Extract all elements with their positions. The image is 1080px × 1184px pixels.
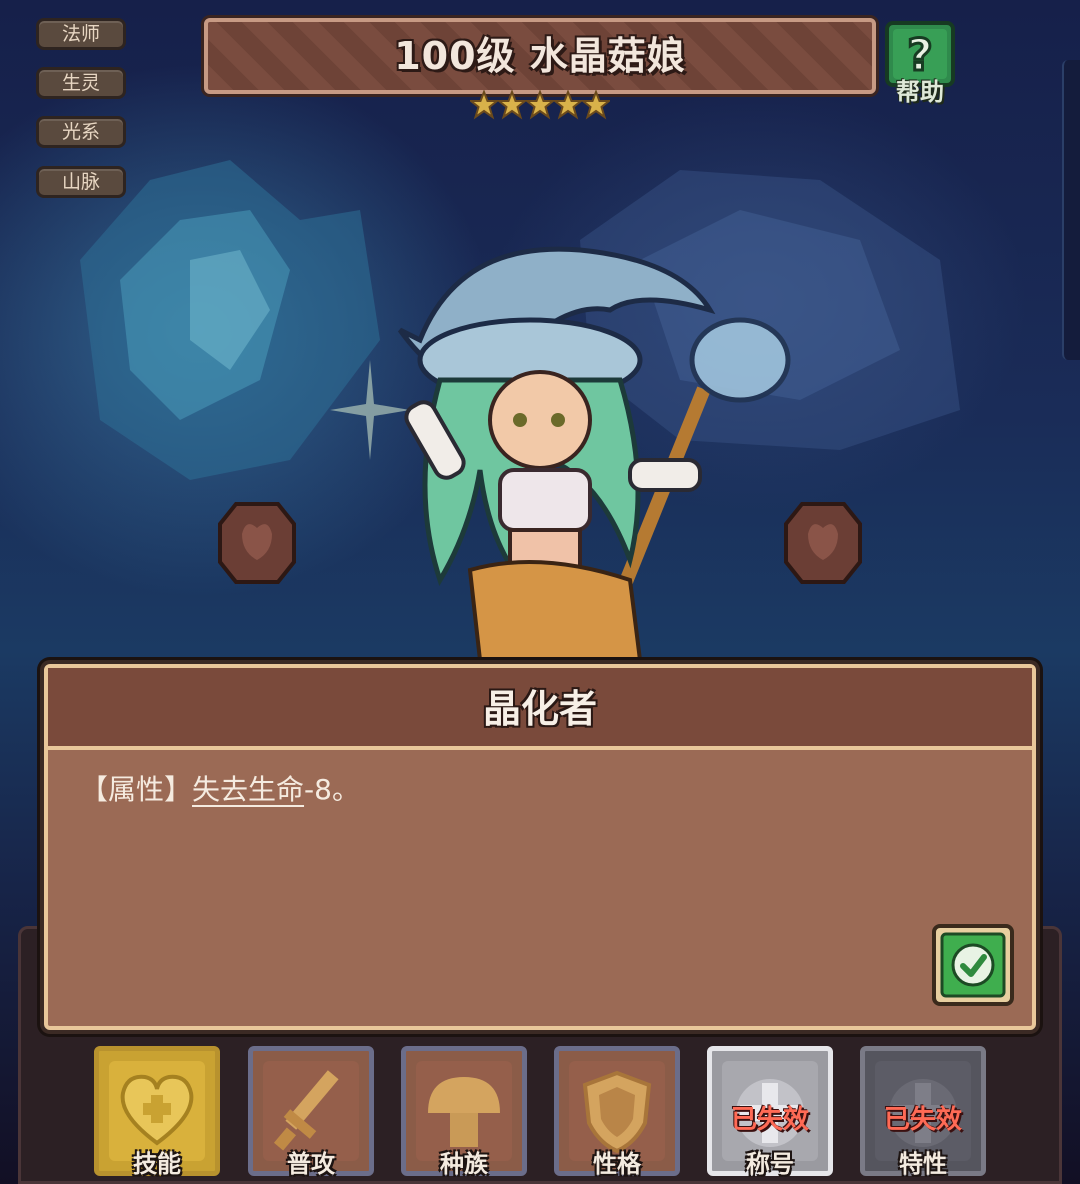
tab-title[interactable]: 已失效 称号 — [707, 1046, 833, 1178]
attr-value: -8。 — [304, 773, 360, 806]
dialog-header: 晶化者 — [48, 668, 1032, 750]
race-tag: 生灵 — [36, 67, 126, 99]
star-icon — [470, 90, 500, 120]
star-icon — [524, 90, 556, 120]
title-banner: 100级 水晶菇娘 — [204, 18, 876, 94]
star-icon — [580, 90, 610, 120]
tab-trait[interactable]: 已失效 特性 — [860, 1046, 986, 1178]
terrain-tag: 山脉 — [36, 166, 126, 198]
element-tag: 光系 — [36, 116, 126, 148]
dialog-title: 晶化者 — [482, 687, 597, 731]
character-title: 100级 水晶菇娘 — [394, 34, 686, 78]
tab-label: 性格 — [593, 1150, 641, 1178]
tab-attack[interactable]: 普攻 — [248, 1046, 374, 1178]
tab-label: 技能 — [133, 1150, 181, 1178]
scroll-edge — [1062, 60, 1080, 360]
star-rating — [470, 90, 610, 120]
star-icon — [552, 90, 584, 120]
help-label[interactable]: 帮助 — [884, 72, 956, 107]
status-invalid: 已失效 — [730, 1105, 809, 1135]
tab-skill[interactable]: 技能 — [94, 1046, 220, 1178]
tab-label: 特性 — [899, 1150, 947, 1178]
tab-label: 称号 — [746, 1150, 794, 1178]
star-icon — [496, 90, 528, 120]
status-invalid: 已失效 — [883, 1105, 962, 1135]
tab-label: 普攻 — [287, 1150, 335, 1178]
left-gem-icon — [218, 502, 296, 584]
tab-label: 种族 — [440, 1150, 488, 1178]
confirm-button[interactable] — [932, 924, 1014, 1006]
character-sprite — [397, 246, 791, 662]
class-tag: 法师 — [36, 18, 126, 50]
attr-prefix: 【属性】 — [80, 773, 193, 806]
tab-personality[interactable]: 性格 — [554, 1046, 680, 1178]
right-gem-icon — [784, 502, 862, 584]
attr-link[interactable]: 失去生命 — [192, 773, 304, 806]
tab-race[interactable]: 种族 — [401, 1046, 527, 1178]
dialog-body: 【属性】失去生命-8。 — [80, 768, 1000, 808]
info-dialog: 晶化者 【属性】失去生命-8。 — [44, 664, 1036, 1030]
